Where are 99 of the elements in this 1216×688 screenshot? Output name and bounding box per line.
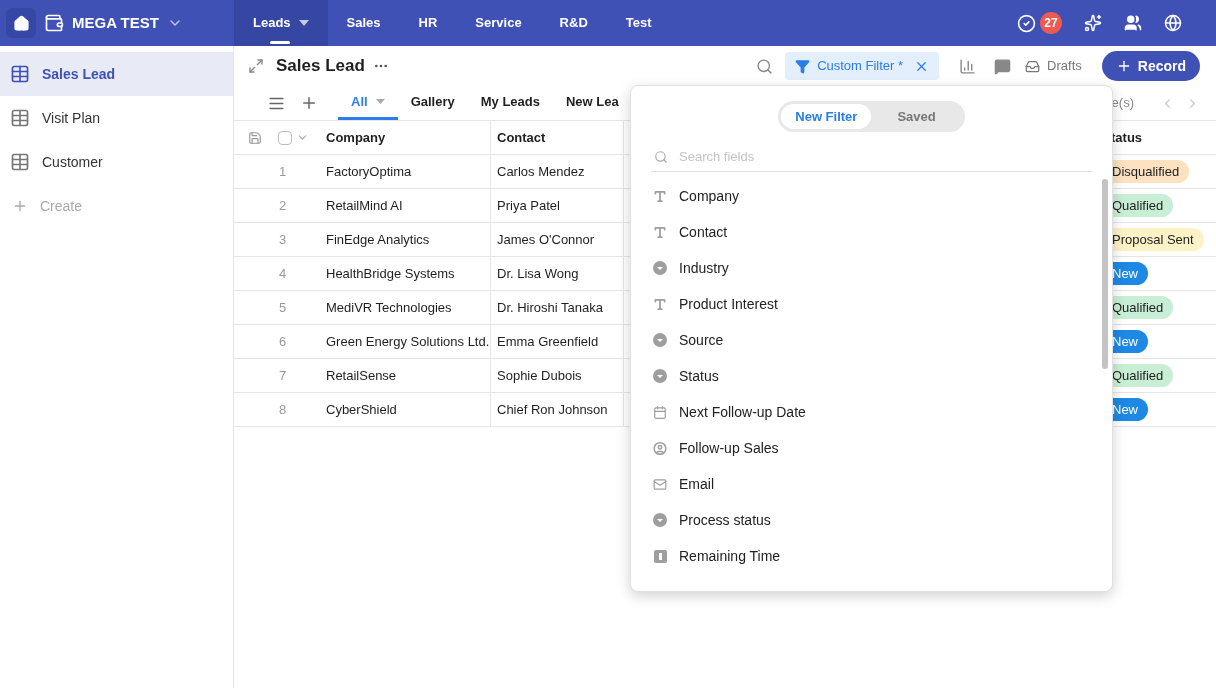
sidebar-item[interactable]: Visit Plan: [0, 96, 233, 140]
table-cell: James O'Connor: [490, 223, 623, 256]
table-cell-text: Green Energy Solutions Ltd.: [325, 332, 490, 351]
field-option[interactable]: Contact: [679, 221, 728, 243]
sidebar-item[interactable]: Sales Lead: [0, 52, 233, 96]
table-icon: [10, 64, 30, 84]
status-tag: Qualified: [1110, 363, 1174, 388]
inbox-icon: [1025, 58, 1041, 74]
check-circle-icon[interactable]: [1017, 13, 1036, 33]
view-tab[interactable]: Gallery: [397, 86, 468, 120]
checkbox[interactable]: [278, 130, 292, 145]
table-cell-text: RetailMind AI: [325, 196, 404, 215]
field-option[interactable]: Source: [679, 329, 724, 351]
row-number: 2: [277, 196, 288, 215]
home-button[interactable]: [6, 8, 36, 38]
home-icon: [12, 14, 30, 32]
dropdown-circle-icon: [653, 333, 667, 347]
filter-chip[interactable]: Custom Filter *: [785, 52, 940, 80]
table-cell: Priya Patel: [490, 189, 623, 222]
mode-option[interactable]: Saved: [871, 104, 962, 129]
table-cell-text: MediVR Technologies: [325, 298, 453, 317]
table-cell: Chief Ron Johnson: [490, 393, 623, 426]
calendar-icon: [653, 404, 667, 420]
status-tag: Qualified: [1110, 295, 1174, 320]
text-type-icon: [653, 224, 667, 240]
comment-icon[interactable]: [994, 57, 1012, 75]
globe-icon[interactable]: [1164, 14, 1182, 32]
nav-tab[interactable]: Test: [606, 0, 671, 46]
app-icon: [44, 13, 64, 33]
table-cell-text: FactoryOptima: [325, 162, 413, 181]
table-cell-text: CyberShield: [325, 400, 398, 419]
column-header: Contact: [490, 121, 623, 154]
table-cell: Dr. Lisa Wong: [490, 257, 623, 290]
status-tag: Proposal Sent: [1110, 227, 1204, 252]
expand-icon[interactable]: [248, 58, 264, 74]
field-option[interactable]: Product Interest: [679, 293, 778, 315]
record-button[interactable]: Record: [1101, 51, 1200, 81]
drafts-button[interactable]: Drafts: [1025, 56, 1082, 76]
app-name: MEGA TEST: [72, 12, 159, 33]
field-option[interactable]: Status: [679, 365, 719, 387]
field-option[interactable]: Industry: [679, 257, 729, 279]
row-number: 3: [277, 230, 288, 249]
field-option[interactable]: Company: [679, 185, 739, 207]
table-cell: Dr. Hiroshi Tanaka: [490, 291, 623, 324]
user-icon: [653, 440, 667, 456]
text-type-icon: [653, 296, 667, 312]
search-icon: [654, 149, 668, 164]
table-cell: Emma Greenfield: [490, 325, 623, 358]
table-cell: Carlos Mendez: [490, 155, 623, 188]
table-cell-text: FinEdge Analytics: [325, 230, 431, 249]
caret-icon: [298, 20, 309, 26]
row-number: 6: [277, 332, 288, 351]
table-icon: [10, 108, 30, 128]
add-icon[interactable]: [300, 94, 318, 112]
view-tab[interactable]: My Leads: [467, 86, 553, 120]
hidden-fields-text: e(s): [1111, 94, 1134, 113]
sparkle-icon[interactable]: [1084, 14, 1102, 32]
status-tag: Disqualified: [1110, 159, 1190, 184]
field-option[interactable]: Next Follow-up Date: [679, 401, 806, 423]
bar-chart-icon[interactable]: [959, 57, 977, 75]
nav-tab[interactable]: Service: [456, 0, 541, 46]
field-option[interactable]: Remaining Time: [679, 545, 781, 567]
row-number: 1: [277, 162, 288, 181]
nav-tab[interactable]: HR: [399, 0, 457, 46]
save-icon[interactable]: [248, 130, 262, 145]
nav-tab[interactable]: Sales: [327, 0, 400, 46]
mode-option[interactable]: New Filter: [781, 104, 872, 129]
dropdown-circle-icon: [653, 261, 667, 275]
notification-badge: 27: [1040, 12, 1062, 34]
nav-tab[interactable]: Leads: [234, 0, 328, 46]
table-cell: Sophie Dubois: [490, 359, 623, 392]
sidebar-item[interactable]: Customer: [0, 140, 233, 184]
row-number: 7: [277, 366, 288, 385]
row-number: 5: [277, 298, 288, 317]
row-number: 8: [277, 400, 288, 419]
users-icon[interactable]: [1124, 14, 1142, 32]
number-icon: [653, 549, 667, 563]
mail-icon: [653, 476, 667, 492]
row-number: 4: [277, 264, 288, 283]
view-tab[interactable]: New Lea: [552, 86, 632, 120]
field-option[interactable]: Process status: [679, 509, 771, 531]
search-field[interactable]: Search fields: [679, 146, 1092, 167]
dropdown-circle-icon: [653, 513, 667, 527]
search-icon[interactable]: [756, 57, 774, 75]
field-option[interactable]: Email: [679, 473, 714, 495]
column-header: Company: [325, 128, 387, 147]
field-option[interactable]: Follow-up Sales: [679, 437, 779, 459]
table-icon: [10, 152, 30, 172]
table-cell-text: RetailSense: [325, 366, 398, 385]
status-tag: Qualified: [1110, 193, 1174, 218]
nav-tab[interactable]: R&D: [540, 0, 607, 46]
table-cell-text: HealthBridge Systems: [325, 264, 456, 283]
view-tab[interactable]: All: [338, 86, 398, 120]
dropdown-circle-icon: [653, 369, 667, 383]
filter-icon: [795, 58, 811, 74]
plus-icon: [12, 198, 28, 214]
text-type-icon: [653, 188, 667, 204]
caret-icon: [375, 99, 385, 104]
page-title: Sales Lead: [276, 55, 365, 78]
